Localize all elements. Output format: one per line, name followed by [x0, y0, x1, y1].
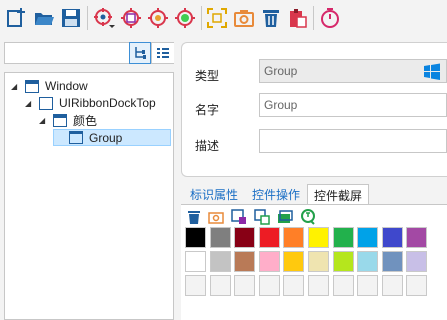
target-image-icon[interactable] [119, 6, 143, 30]
tree-node-window[interactable]: ◢ Window [11, 78, 88, 94]
target-spy-icon[interactable] [146, 6, 170, 30]
name-input[interactable] [264, 98, 442, 112]
color-swatch[interactable] [381, 251, 403, 272]
timer-icon[interactable] [318, 6, 342, 30]
collapse-arrow-icon[interactable]: ◢ [11, 82, 19, 91]
color-swatch[interactable] [185, 251, 206, 272]
tree-node-color[interactable]: ◢ 颜色 [39, 112, 97, 128]
target-dropdown-icon[interactable] [92, 6, 116, 30]
search-box [4, 42, 174, 64]
color-swatch[interactable] [234, 251, 256, 272]
color-swatch[interactable] [209, 227, 231, 248]
windows-icon [424, 63, 440, 80]
tree-view-mode-button[interactable] [129, 42, 151, 64]
description-input[interactable] [264, 134, 442, 148]
list-icon [157, 48, 169, 58]
clear-icon[interactable] [185, 208, 203, 226]
color-swatch[interactable] [234, 275, 256, 296]
description-label: 描述 [195, 139, 220, 153]
color-swatch[interactable] [209, 275, 231, 296]
search-input[interactable] [5, 43, 127, 63]
tab-identity-properties[interactable]: 标识属性 [183, 184, 245, 204]
color-swatch[interactable] [258, 227, 280, 248]
screenshot-panel [181, 204, 447, 320]
capture-region-icon[interactable] [205, 6, 229, 30]
search-image-icon[interactable] [299, 208, 317, 226]
type-label: 类型 [195, 69, 220, 83]
toolbar-icon [53, 113, 67, 127]
camera-icon[interactable] [207, 208, 225, 226]
list-view-mode-button[interactable] [151, 43, 174, 63]
main-toolbar [0, 0, 447, 36]
tree-node-label: Window [45, 79, 88, 93]
tab-bar: 标识属性 控件操作 控件截屏 [181, 184, 447, 205]
color-swatch[interactable] [258, 275, 280, 296]
name-label: 名字 [195, 103, 220, 117]
name-field[interactable] [259, 93, 447, 117]
paste-icon[interactable] [286, 6, 310, 30]
camera-icon[interactable] [232, 6, 256, 30]
color-swatch[interactable] [381, 275, 403, 296]
tree-node-group[interactable]: Group [53, 129, 171, 146]
save-icon[interactable] [59, 6, 83, 30]
color-swatch[interactable] [332, 227, 354, 248]
color-swatch[interactable] [185, 275, 206, 296]
color-swatch[interactable] [185, 227, 206, 248]
tree-node-ribbon-dock[interactable]: ◢ UIRibbonDockTop [25, 95, 156, 111]
color-swatch[interactable] [283, 227, 305, 248]
collapse-arrow-icon[interactable]: ◢ [39, 116, 47, 125]
color-swatch[interactable] [332, 251, 354, 272]
tree-structure-icon [135, 47, 146, 59]
color-swatch[interactable] [357, 275, 379, 296]
color-swatch[interactable] [308, 251, 329, 272]
color-swatch[interactable] [209, 251, 231, 272]
tree-node-label: 颜色 [73, 113, 98, 128]
delete-icon[interactable] [259, 6, 283, 30]
new-icon[interactable] [4, 6, 28, 30]
color-swatch[interactable] [308, 275, 329, 296]
pane-icon [39, 96, 53, 110]
tab-control-screenshot[interactable]: 控件截屏 [307, 184, 369, 205]
color-swatch[interactable] [283, 275, 305, 296]
tree-node-label: Group [89, 130, 123, 145]
color-swatch[interactable] [406, 275, 428, 296]
window-icon [25, 79, 39, 93]
color-swatch[interactable] [234, 227, 256, 248]
properties-panel: 类型 Group 名字 描述 [181, 42, 447, 177]
image-export-icon[interactable] [230, 208, 248, 226]
color-swatch[interactable] [406, 227, 428, 248]
color-swatch[interactable] [357, 251, 379, 272]
color-swatch[interactable] [258, 251, 280, 272]
description-field[interactable] [259, 129, 447, 153]
type-value: Group [264, 64, 298, 78]
tree-node-label: UIRibbonDockTop [59, 96, 156, 110]
color-swatch[interactable] [332, 275, 354, 296]
group-icon [69, 131, 83, 144]
tab-control-actions[interactable]: 控件操作 [245, 184, 307, 204]
color-swatch[interactable] [381, 227, 403, 248]
collapse-arrow-icon[interactable]: ◢ [25, 99, 33, 108]
color-swatch[interactable] [283, 251, 305, 272]
target-qt-icon[interactable] [173, 6, 197, 30]
copy-image-icon[interactable] [253, 208, 271, 226]
color-swatch[interactable] [308, 227, 329, 248]
type-field: Group [259, 59, 447, 83]
element-tree: ◢ Window ◢ UIRibbonDockTop ◢ 颜色 Group [4, 72, 174, 320]
color-swatch[interactable] [406, 251, 428, 272]
open-folder-icon[interactable] [32, 6, 56, 30]
folder-image-icon[interactable] [276, 208, 294, 226]
color-swatch[interactable] [357, 227, 379, 248]
